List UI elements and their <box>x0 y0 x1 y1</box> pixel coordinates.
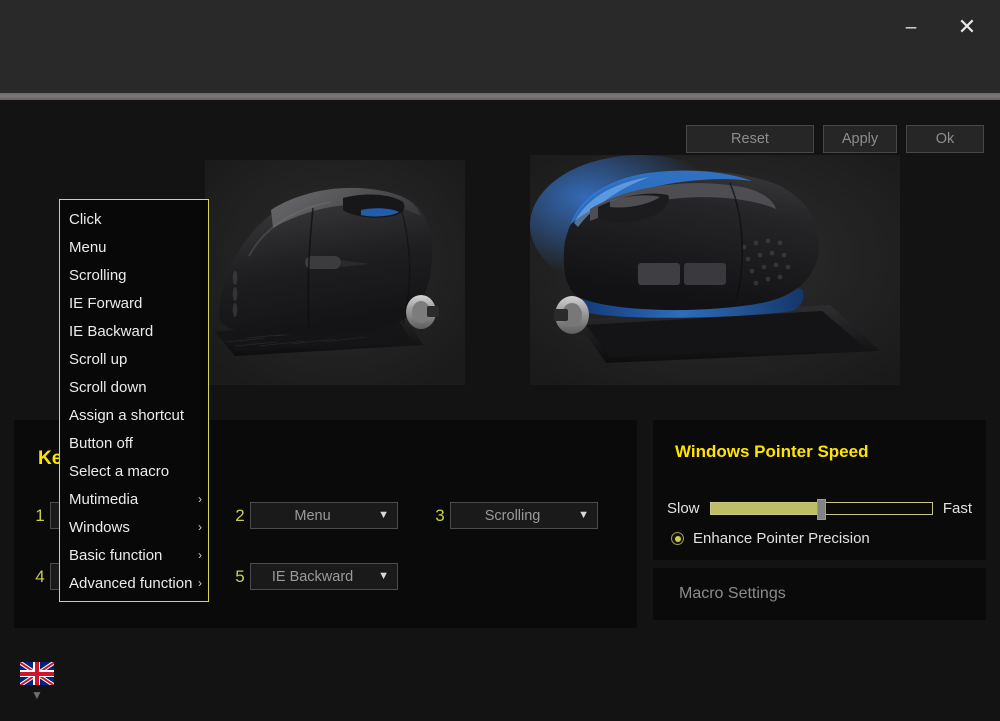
chevron-right-icon: › <box>198 492 202 506</box>
menu-item-label: Advanced function <box>69 574 193 592</box>
macro-settings-panel[interactable]: Macro Settings <box>653 568 986 620</box>
key-number-4: 4 <box>35 566 45 586</box>
menu-item-assign-a-shortcut[interactable]: Assign a shortcut <box>60 401 208 429</box>
menu-item-label: Windows <box>69 518 130 536</box>
enhance-pointer-precision-option[interactable]: Enhance Pointer Precision <box>671 530 870 547</box>
radio-dot <box>674 535 681 542</box>
menu-item-label: IE Backward <box>69 322 154 340</box>
enhance-pointer-precision-label: Enhance Pointer Precision <box>693 530 870 547</box>
slider-slow-label: Slow <box>667 500 700 517</box>
menu-item-label: Assign a shortcut <box>69 406 185 424</box>
key-select-3[interactable]: Scrolling ▼ <box>450 502 598 529</box>
menu-item-label: Select a macro <box>69 462 170 480</box>
pointer-speed-slider[interactable] <box>709 499 933 520</box>
chevron-down-icon: ▼ <box>378 509 389 521</box>
slider-fill <box>710 503 822 514</box>
macro-settings-label[interactable]: Macro Settings <box>679 585 786 603</box>
key-select-5[interactable]: IE Backward ▼ <box>250 563 398 590</box>
minimize-icon[interactable]: – <box>888 8 934 46</box>
app-window: – ✕ Reset Apply Ok Key 1 2 Menu ▼ 3 Scro… <box>0 0 1000 721</box>
key-number-5: 5 <box>235 566 245 586</box>
ok-button[interactable]: Ok <box>906 125 984 153</box>
language-picker[interactable]: ▼ <box>20 662 56 702</box>
chevron-right-icon: › <box>198 520 202 534</box>
key-button-row-3: 3 Scrolling ▼ <box>430 502 598 529</box>
menu-item-ie-forward[interactable]: IE Forward <box>60 289 208 317</box>
key-select-3-value: Scrolling <box>484 507 541 524</box>
menu-item-click[interactable]: Click <box>60 205 208 233</box>
menu-item-label: Basic function <box>69 546 163 564</box>
slider-fast-label: Fast <box>942 500 972 517</box>
menu-item-menu[interactable]: Menu <box>60 233 208 261</box>
menu-item-button-off[interactable]: Button off <box>60 429 208 457</box>
action-bar: Reset Apply Ok <box>686 125 984 153</box>
chevron-down-icon: ▼ <box>578 509 589 521</box>
menu-item-mutimedia[interactable]: Mutimedia › <box>60 485 208 513</box>
key-button-row-5: 5 IE Backward ▼ <box>230 563 398 590</box>
key-select-2-value: Menu <box>294 507 331 524</box>
button-assignment-context-menu[interactable]: Click Menu Scrolling IE Forward IE Backward S… <box>59 199 209 602</box>
menu-item-label: IE Forward <box>69 294 143 312</box>
menu-item-advanced-function[interactable]: Advanced function › <box>60 569 208 597</box>
key-button-row-2: 2 Menu ▼ <box>230 502 398 529</box>
menu-item-label: Scrolling <box>69 266 127 284</box>
pointer-speed-panel: Windows Pointer Speed Slow Fast Enhance … <box>653 420 986 560</box>
chevron-right-icon: › <box>198 548 202 562</box>
pointer-speed-title: Windows Pointer Speed <box>675 442 869 461</box>
menu-item-windows[interactable]: Windows › <box>60 513 208 541</box>
menu-item-label: Mutimedia <box>69 490 139 508</box>
mouse-side-view-image <box>205 160 465 385</box>
titlebar-divider <box>0 93 1000 100</box>
chevron-down-icon: ▼ <box>378 570 389 582</box>
window-controls: – ✕ <box>888 8 990 46</box>
key-number-1: 1 <box>35 505 45 525</box>
key-select-5-value: IE Backward <box>271 568 354 585</box>
key-number-2: 2 <box>235 505 245 525</box>
language-chevron-down-icon[interactable]: ▼ <box>20 688 54 702</box>
apply-button[interactable]: Apply <box>823 125 897 153</box>
slider-thumb[interactable] <box>817 499 827 520</box>
menu-item-scrolling[interactable]: Scrolling <box>60 261 208 289</box>
menu-item-scroll-down[interactable]: Scroll down <box>60 373 208 401</box>
menu-item-label: Scroll up <box>69 350 128 368</box>
menu-item-label: Click <box>69 210 102 228</box>
title-bar: – ✕ <box>0 0 1000 93</box>
key-select-2[interactable]: Menu ▼ <box>250 502 398 529</box>
menu-item-label: Button off <box>69 434 133 452</box>
close-icon[interactable]: ✕ <box>944 8 990 46</box>
mouse-rear-view-image <box>530 155 900 385</box>
reset-button[interactable]: Reset <box>686 125 814 153</box>
menu-item-ie-backward[interactable]: IE Backward <box>60 317 208 345</box>
menu-item-label: Scroll down <box>69 378 147 396</box>
menu-item-label: Menu <box>69 238 107 256</box>
radio-button-icon[interactable] <box>671 532 684 545</box>
uk-flag-icon <box>20 662 54 685</box>
chevron-right-icon: › <box>198 576 202 590</box>
menu-item-select-a-macro[interactable]: Select a macro <box>60 457 208 485</box>
menu-item-basic-function[interactable]: Basic function › <box>60 541 208 569</box>
pointer-speed-slider-row: Slow Fast <box>667 499 972 520</box>
key-number-3: 3 <box>435 505 445 525</box>
menu-item-scroll-up[interactable]: Scroll up <box>60 345 208 373</box>
